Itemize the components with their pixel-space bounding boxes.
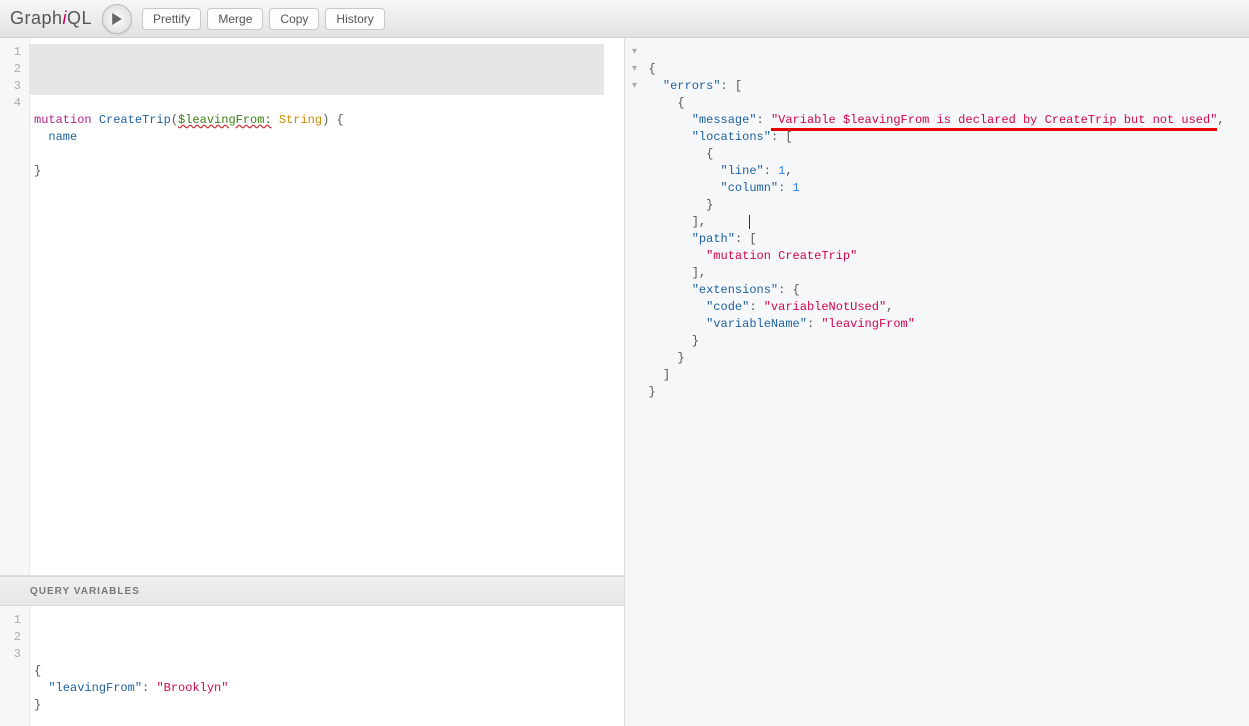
logo: GraphiQL (10, 8, 92, 29)
variables-code[interactable]: { "leavingFrom": "Brooklyn" } (30, 606, 624, 726)
query-editor[interactable]: 1 2 3 4 mutation CreateTrip($leavingFrom… (0, 38, 624, 576)
logo-text-3: QL (67, 8, 92, 28)
history-button[interactable]: History (325, 8, 384, 30)
query-code[interactable]: mutation CreateTrip($leavingFrom: String… (30, 38, 624, 575)
logo-text-1: Graph (10, 8, 63, 28)
copy-button[interactable]: Copy (269, 8, 319, 30)
fold-icon[interactable]: ▾ (625, 61, 645, 78)
merge-button[interactable]: Merge (207, 8, 263, 30)
prettify-button[interactable]: Prettify (142, 8, 201, 30)
variables-title: QUERY VARIABLES (30, 586, 140, 597)
fold-icon[interactable]: ▾ (625, 78, 645, 95)
fold-icon[interactable]: ▾ (625, 44, 645, 61)
play-icon (111, 13, 123, 25)
result-code[interactable]: { "errors": [ { "message": "Variable $le… (645, 38, 1249, 424)
result-pane: ▾ ▾ ▾ { "errors": [ { "message": "Variab… (625, 38, 1249, 726)
query-gutter: 1 2 3 4 (0, 38, 30, 575)
error-message: "Variable $leavingFrom is declared by Cr… (771, 113, 1217, 131)
selection-highlight (30, 44, 604, 95)
variables-bar[interactable]: QUERY VARIABLES (0, 576, 624, 606)
toolbar-buttons: Prettify Merge Copy History (142, 8, 385, 30)
cursor (749, 215, 750, 229)
topbar: GraphiQL Prettify Merge Copy History (0, 0, 1249, 38)
main: 1 2 3 4 mutation CreateTrip($leavingFrom… (0, 38, 1249, 726)
variables-gutter: 1 2 3 (0, 606, 30, 726)
run-button[interactable] (102, 4, 132, 34)
result-gutter: ▾ ▾ ▾ (625, 38, 645, 424)
variables-editor[interactable]: 1 2 3 { "leavingFrom": "Brooklyn" } (0, 606, 624, 726)
left-pane: 1 2 3 4 mutation CreateTrip($leavingFrom… (0, 38, 625, 726)
